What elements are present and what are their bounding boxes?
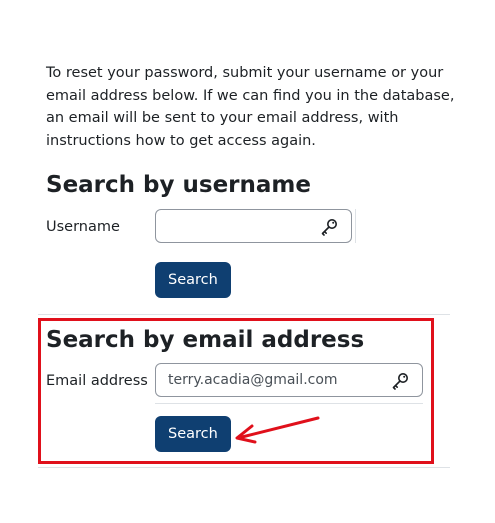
search-username-button[interactable]: Search — [155, 262, 231, 298]
intro-text: To reset your password, submit your user… — [46, 65, 455, 149]
section-divider — [38, 314, 450, 315]
username-label: Username — [46, 219, 120, 235]
key-icon — [321, 219, 337, 236]
section-divider-bottom — [38, 467, 450, 468]
username-section-heading: Search by username — [46, 172, 311, 198]
username-field — [155, 209, 352, 243]
field-divider — [355, 209, 356, 243]
arrow-annotation-icon — [235, 416, 320, 444]
